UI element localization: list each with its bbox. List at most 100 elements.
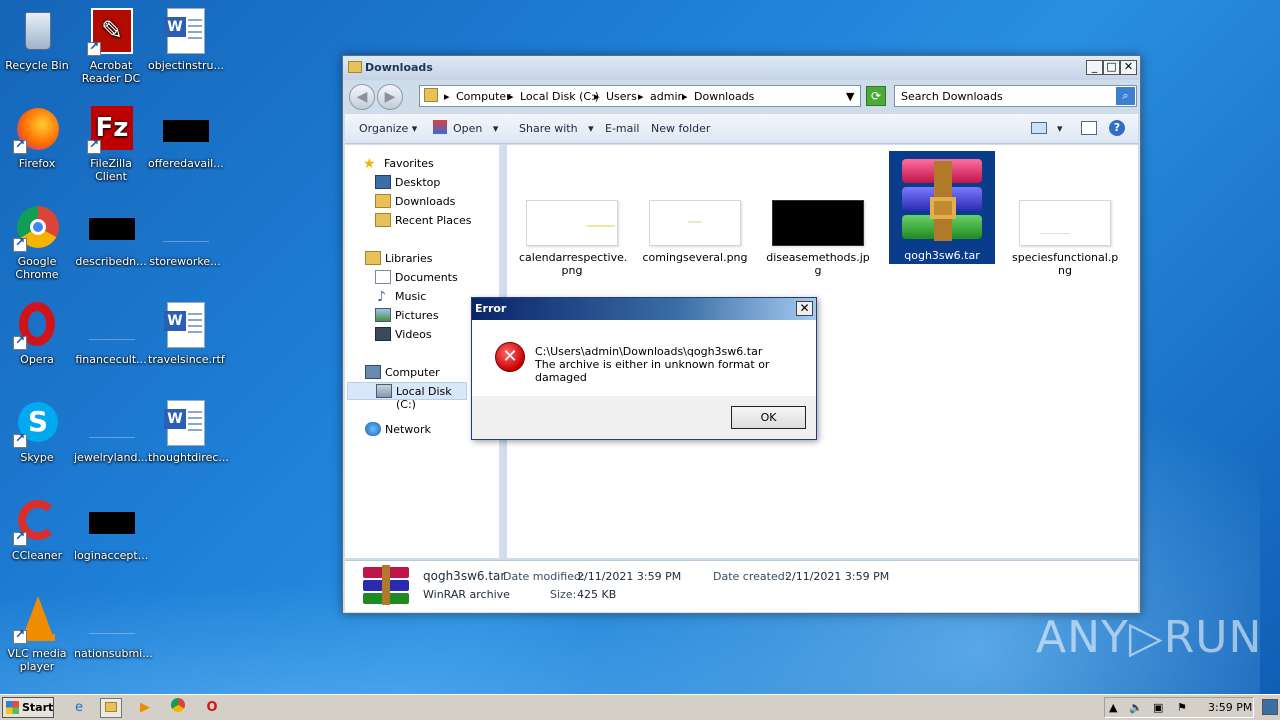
desktop-icon-opera[interactable]: Opera [0,302,74,366]
address-bar[interactable]: ▸ Computer ▸ Local Disk (C:) ▸ Users ▸ a… [419,85,861,107]
file-name-cont: g [814,264,822,277]
chevron-down-icon[interactable]: ▾ [1057,122,1063,135]
file-item[interactable]: diseasemethods.jp g [765,200,871,277]
close-button[interactable]: ✕ [1120,60,1137,75]
back-button[interactable]: ◀ [349,84,375,110]
desktop-icon-offeredavail[interactable]: offeredavail... [148,106,224,170]
clock[interactable]: 3:59 PM [1208,701,1252,714]
refresh-button[interactable]: ⟳ [866,86,886,106]
forward-button[interactable]: ▶ [377,84,403,110]
dialog-title-bar[interactable]: Error ✕ [472,298,816,320]
details-created-value: 2/11/2021 3:59 PM [785,570,890,583]
file-item[interactable]: calendarrespective. png [519,200,627,277]
desktop-icon-describedn[interactable]: describedn... [74,204,148,268]
details-created-label: Date created: [713,570,789,583]
help-icon[interactable]: ? [1109,120,1125,136]
skype-icon: S [13,400,61,448]
vlc-icon [13,596,61,644]
nav-recent-places[interactable]: Recent Places [375,212,525,230]
preview-pane-icon[interactable] [1081,121,1097,135]
star-icon: ★ [363,156,376,172]
open-button[interactable]: Open ▾ [453,122,498,135]
nav-libraries[interactable]: Libraries [365,250,515,268]
share-with-button[interactable]: Share with ▾ [519,122,594,135]
chevron-right-icon: ▸ [594,90,600,103]
open-label: Open [453,122,483,135]
chrome-taskbar-icon[interactable] [167,698,189,718]
nav-downloads-label: Downloads [395,195,456,208]
acrobat-icon: ✎ [87,8,135,56]
chevron-up-icon[interactable]: ▲ [1109,701,1117,714]
desktop-icon-vlc[interactable]: VLC media player [0,596,74,673]
view-options-icon[interactable] [1031,122,1047,134]
title-bar[interactable]: Downloads _ □ ✕ [343,56,1140,80]
desktop-icon-storeworke[interactable]: storeworke... [148,204,222,268]
opera-taskbar-icon[interactable]: O [201,698,223,718]
drive-icon [376,384,392,398]
start-button[interactable]: Start [2,697,54,718]
file-name-cont: ng [1058,264,1072,277]
nav-desktop[interactable]: Desktop [375,174,525,192]
breadcrumb-users[interactable]: Users [606,90,637,103]
desktop-icon-chrome[interactable]: Google Chrome [0,204,74,281]
nav-local-disk[interactable]: Local Disk (C:) [347,382,467,411]
breadcrumb-admin[interactable]: admin [650,90,684,103]
breadcrumb-computer[interactable]: Computer [456,90,511,103]
desktop-icon-loginaccept[interactable]: loginaccept... [74,498,148,562]
details-modified-label: Date modified: [503,570,585,583]
error-icon: ✕ [495,342,525,372]
minimize-button[interactable]: _ [1086,60,1103,75]
search-icon[interactable]: ⌕ [1116,87,1135,105]
blank-thumb-icon [87,596,135,644]
volume-icon[interactable]: 🔈 [1129,701,1143,714]
desktop-icon-skype[interactable]: S Skype [0,400,74,464]
error-dialog[interactable]: Error ✕ ✕ C:\Users\admin\Downloads\qogh3… [471,297,817,440]
desktop-icon-travelsince[interactable]: W travelsince.rtf [148,302,225,366]
folder-icon [424,88,438,102]
file-name: comingseveral.png [642,251,748,264]
window-title: Downloads [365,61,433,74]
file-name: qogh3sw6.tar [904,249,980,262]
desktop-icon-firefox[interactable]: Firefox [0,106,74,170]
organize-label: Organize [359,122,409,135]
show-desktop-button[interactable] [1262,699,1278,715]
chevron-down-icon[interactable]: ▼ [846,90,854,103]
search-input[interactable]: Search Downloads ⌕ [894,85,1137,107]
nav-libraries-label: Libraries [385,252,433,265]
breadcrumb-local-disk[interactable]: Local Disk (C:) [520,90,599,103]
desktop-icon-acrobat[interactable]: ✎ Acrobat Reader DC [74,8,148,85]
desktop-icon-nationsubmi[interactable]: nationsubmi... [74,596,153,660]
file-item[interactable]: comingseveral.png [642,200,748,264]
desktop-icon-jewelryland[interactable]: jewelryland.... [74,400,151,464]
nav-documents[interactable]: Documents [375,269,525,287]
desktop-icon-financecult[interactable]: financecult... [74,302,148,366]
maximize-button[interactable]: □ [1103,60,1120,75]
nav-favorites[interactable]: ★ Favorites [363,155,513,173]
desktop-icon-objectinstru[interactable]: W objectinstru... [148,8,224,72]
breadcrumb-downloads[interactable]: Downloads [694,90,754,103]
ok-button[interactable]: OK [731,406,806,429]
new-folder-button[interactable]: New folder [651,122,710,135]
file-item-selected[interactable]: qogh3sw6.tar [889,151,995,264]
file-item[interactable]: speciesfunctional.p ng [1012,200,1118,277]
desktop-icon-thoughtdirec[interactable]: W thoughtdirec... [148,400,229,464]
nav-downloads[interactable]: Downloads [375,193,525,211]
email-button[interactable]: E-mail [605,122,640,135]
media-player-icon[interactable]: ▶ [134,698,156,718]
desktop-icon-ccleaner[interactable]: CCleaner [0,498,74,562]
desktop-icon-recycle-bin[interactable]: Recycle Bin [0,8,74,72]
dialog-close-button[interactable]: ✕ [796,301,813,316]
dialog-message: C:\Users\admin\Downloads\qogh3sw6.tar Th… [535,345,816,384]
network-tray-icon[interactable]: ▣ [1153,701,1163,714]
winrar-archive-icon [363,565,409,605]
word-doc-icon: W [161,8,209,56]
downloads-folder-icon [375,194,391,208]
internet-explorer-icon[interactable]: e [68,698,90,718]
word-doc-icon: W [161,400,209,448]
organize-button[interactable]: Organize ▾ [359,122,417,135]
explorer-taskbar-icon[interactable] [100,698,122,718]
desktop-icon-filezilla[interactable]: Fz FileZilla Client [74,106,148,183]
flag-icon[interactable]: ⚑ [1177,701,1187,714]
chevron-right-icon: ▸ [444,90,450,103]
black-thumb-icon [87,498,135,546]
